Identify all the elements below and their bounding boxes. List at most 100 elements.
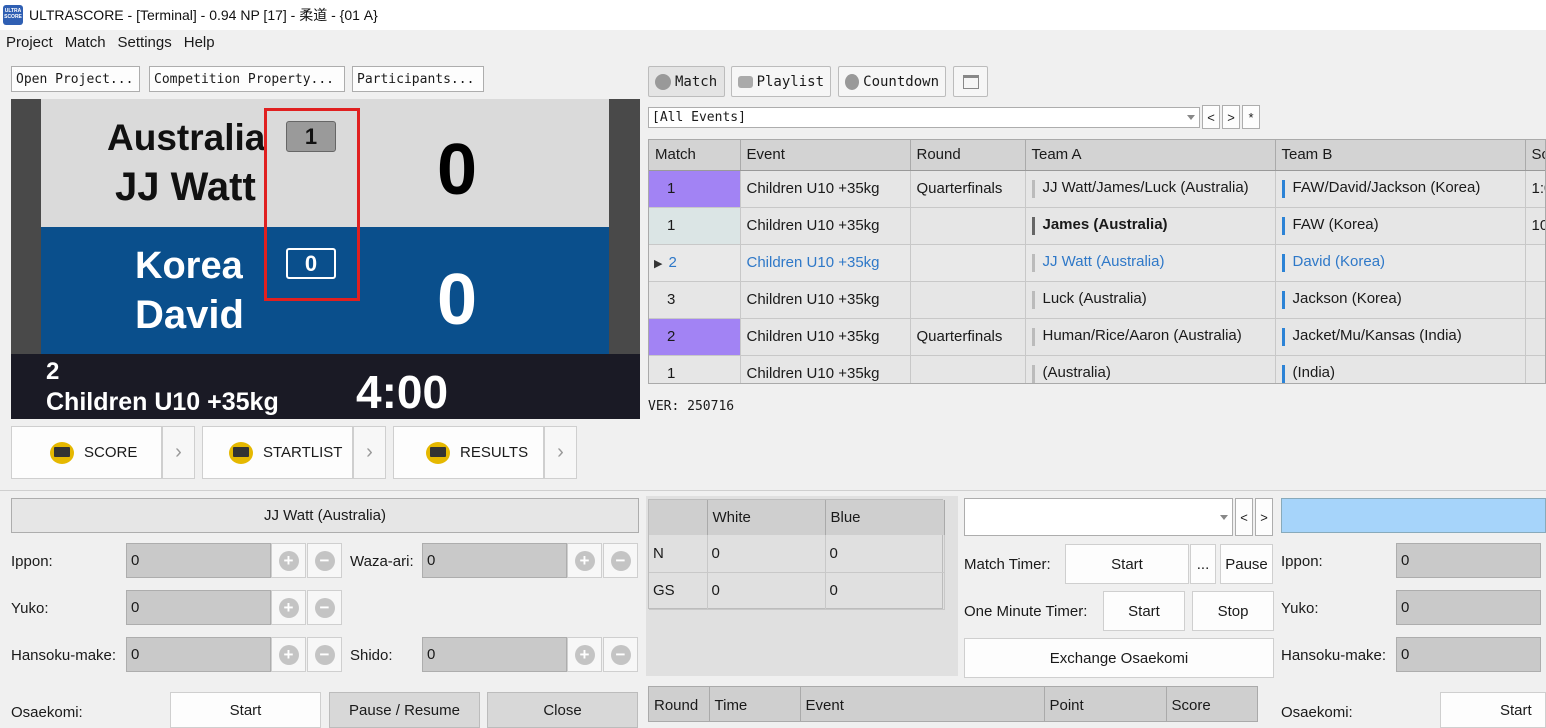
white-osaekomi-pause-resume-button[interactable]: Pause / Resume [329, 692, 480, 728]
col-round[interactable]: Round [910, 140, 1026, 171]
results-output-arrow[interactable]: › [544, 426, 577, 479]
results-output-button[interactable]: RESULTS [393, 426, 544, 479]
match-tab-icon [655, 73, 671, 90]
team-a-text: JJ Watt (Australia) [1042, 253, 1165, 271]
col-team-a[interactable]: Team A [1025, 140, 1276, 171]
white-shido-field[interactable]: 0 [422, 637, 567, 672]
exchange-osaekomi-button[interactable]: Exchange Osaekomi [964, 638, 1274, 678]
col-event[interactable]: Event [740, 140, 911, 171]
filter-star-button[interactable]: * [1242, 105, 1260, 129]
startlist-output-arrow[interactable]: › [353, 426, 386, 479]
white-yuko-minus-button[interactable]: − [307, 590, 342, 625]
open-project-button[interactable]: Open Project... [11, 66, 140, 92]
col-blue: Blue [825, 500, 945, 535]
white-ippon-plus-button[interactable]: + [271, 543, 306, 578]
table-row-selected[interactable]: ▶ 2 Children U10 +35kg JJ Watt (Australia… [649, 244, 1545, 282]
cell-event: Children U10 +35kg [740, 318, 911, 356]
blue-score: 0 [437, 260, 478, 340]
event-filter-dropdown[interactable]: [All Events] [648, 107, 1200, 128]
competition-property-button[interactable]: Competition Property... [149, 66, 345, 92]
menu-project[interactable]: Project [0, 34, 59, 51]
white-team: Australia [107, 117, 266, 158]
white-hansoku-make-plus-button[interactable]: + [271, 637, 306, 672]
table-row[interactable]: 1 Children U10 +35kg Quarterfinals JJ Wa… [649, 170, 1545, 208]
cell-match: 1 [649, 207, 741, 245]
filter-next-button[interactable]: > [1222, 105, 1240, 129]
score-output-button[interactable]: SCORE [11, 426, 162, 479]
one-minute-stop-button[interactable]: Stop [1192, 591, 1274, 631]
points-table[interactable]: Round Time Event Point Score [648, 686, 1258, 722]
tab-match-label: Match [675, 73, 718, 90]
monitor-icon [426, 441, 450, 464]
match-timer-more-button[interactable]: ... [1190, 544, 1216, 584]
table-row[interactable]: 1 Children U10 +35kg James (Australia) F… [649, 207, 1545, 245]
white-score: 0 [437, 130, 478, 210]
participants-button[interactable]: Participants... [352, 66, 484, 92]
shido-grid[interactable]: White Blue N 0 0 GS 0 0 [648, 499, 945, 610]
menu-settings[interactable]: Settings [112, 34, 178, 51]
cell-match-text: 2 [668, 254, 677, 271]
tab-countdown[interactable]: Countdown [838, 66, 946, 97]
cell-team-a: (Australia) [1025, 355, 1276, 383]
cell-event: Children U10 +35kg [740, 170, 911, 208]
title-bar: ULTRA SCORE ULTRASCORE - [Terminal] - 0.9… [0, 0, 1546, 30]
table-row[interactable]: N 0 0 [649, 535, 945, 573]
blue-hansoku-make-label: Hansoku-make: [1281, 647, 1387, 664]
team-b-text: FAW/David/Jackson (Korea) [1292, 179, 1481, 197]
menu-match[interactable]: Match [59, 34, 112, 51]
blue-osaekomi-start-button[interactable]: Start [1440, 692, 1546, 728]
match-grid[interactable]: Match Event Round Team A Team B Sc 1 Chi… [648, 139, 1546, 384]
white-hansoku-make-minus-button[interactable]: − [307, 637, 342, 672]
white-shido-minus-button[interactable]: − [603, 637, 638, 672]
team-b-text: David (Korea) [1292, 253, 1386, 271]
cell-match: 3 [649, 281, 741, 319]
startlist-output-button[interactable]: STARTLIST [202, 426, 353, 479]
cell-team-b: David (Korea) [1275, 244, 1526, 282]
table-row[interactable]: 3 Children U10 +35kg Luck (Australia) Ja… [649, 281, 1545, 319]
cell-score [1525, 244, 1545, 282]
menu-help[interactable]: Help [178, 34, 221, 51]
white-yuko-plus-button[interactable]: + [271, 590, 306, 625]
blue-yuko-field[interactable]: 0 [1396, 590, 1541, 625]
table-row[interactable]: GS 0 0 [649, 572, 945, 610]
team-b-text: FAW (Korea) [1292, 216, 1379, 234]
white-competitor-name: JJ Watt (Australia) [11, 498, 639, 533]
white-osaekomi-start-button[interactable]: Start [170, 692, 321, 728]
white-ippon-minus-button[interactable]: − [307, 543, 342, 578]
white-wazaari-plus-button[interactable]: + [567, 543, 602, 578]
cell-event: Children U10 +35kg [740, 244, 911, 282]
col-team-b[interactable]: Team B [1275, 140, 1526, 171]
cell-round: Quarterfinals [910, 318, 1026, 356]
timer-prev-button[interactable]: < [1235, 498, 1253, 536]
table-row[interactable]: 2 Children U10 +35kg Quarterfinals Human… [649, 318, 1545, 356]
white-osaekomi-close-button[interactable]: Close [487, 692, 638, 728]
one-minute-start-button[interactable]: Start [1103, 591, 1185, 631]
col-match[interactable]: Match [649, 140, 741, 171]
score-output-arrow[interactable]: › [162, 426, 195, 479]
col-score[interactable]: Sc [1525, 140, 1545, 171]
filter-prev-button[interactable]: < [1202, 105, 1220, 129]
white-shido-plus-button[interactable]: + [567, 637, 602, 672]
blue-ippon-field[interactable]: 0 [1396, 543, 1541, 578]
tab-match[interactable]: Match [648, 66, 725, 97]
match-timer-pause-button[interactable]: Pause [1220, 544, 1273, 584]
cell-event: Children U10 +35kg [740, 355, 911, 383]
white-ippon-field[interactable]: 0 [126, 543, 271, 578]
white-yuko-field[interactable]: 0 [126, 590, 271, 625]
white-hansoku-make-field[interactable]: 0 [126, 637, 271, 672]
hansoku-make-label: Hansoku-make: [11, 647, 117, 664]
cell-round [910, 244, 1026, 282]
timer-next-button[interactable]: > [1255, 498, 1273, 536]
white-wazaari-field[interactable]: 0 [422, 543, 567, 578]
table-row[interactable]: 1 Children U10 +35kg (Australia) (India) [649, 355, 1545, 383]
notes-button[interactable] [953, 66, 988, 97]
countdown-tab-icon [845, 73, 860, 90]
white-wazaari-minus-button[interactable]: − [603, 543, 638, 578]
tab-playlist[interactable]: Playlist [731, 66, 831, 97]
match-timer-start-button[interactable]: Start [1065, 544, 1189, 584]
blue-hansoku-make-field[interactable]: 0 [1396, 637, 1541, 672]
window-title: ULTRASCORE - [Terminal] - 0.94 NP [17] -… [29, 7, 378, 23]
cell-white: 0 [707, 572, 826, 610]
timer-select-dropdown[interactable] [964, 498, 1233, 536]
col-white: White [707, 500, 826, 535]
